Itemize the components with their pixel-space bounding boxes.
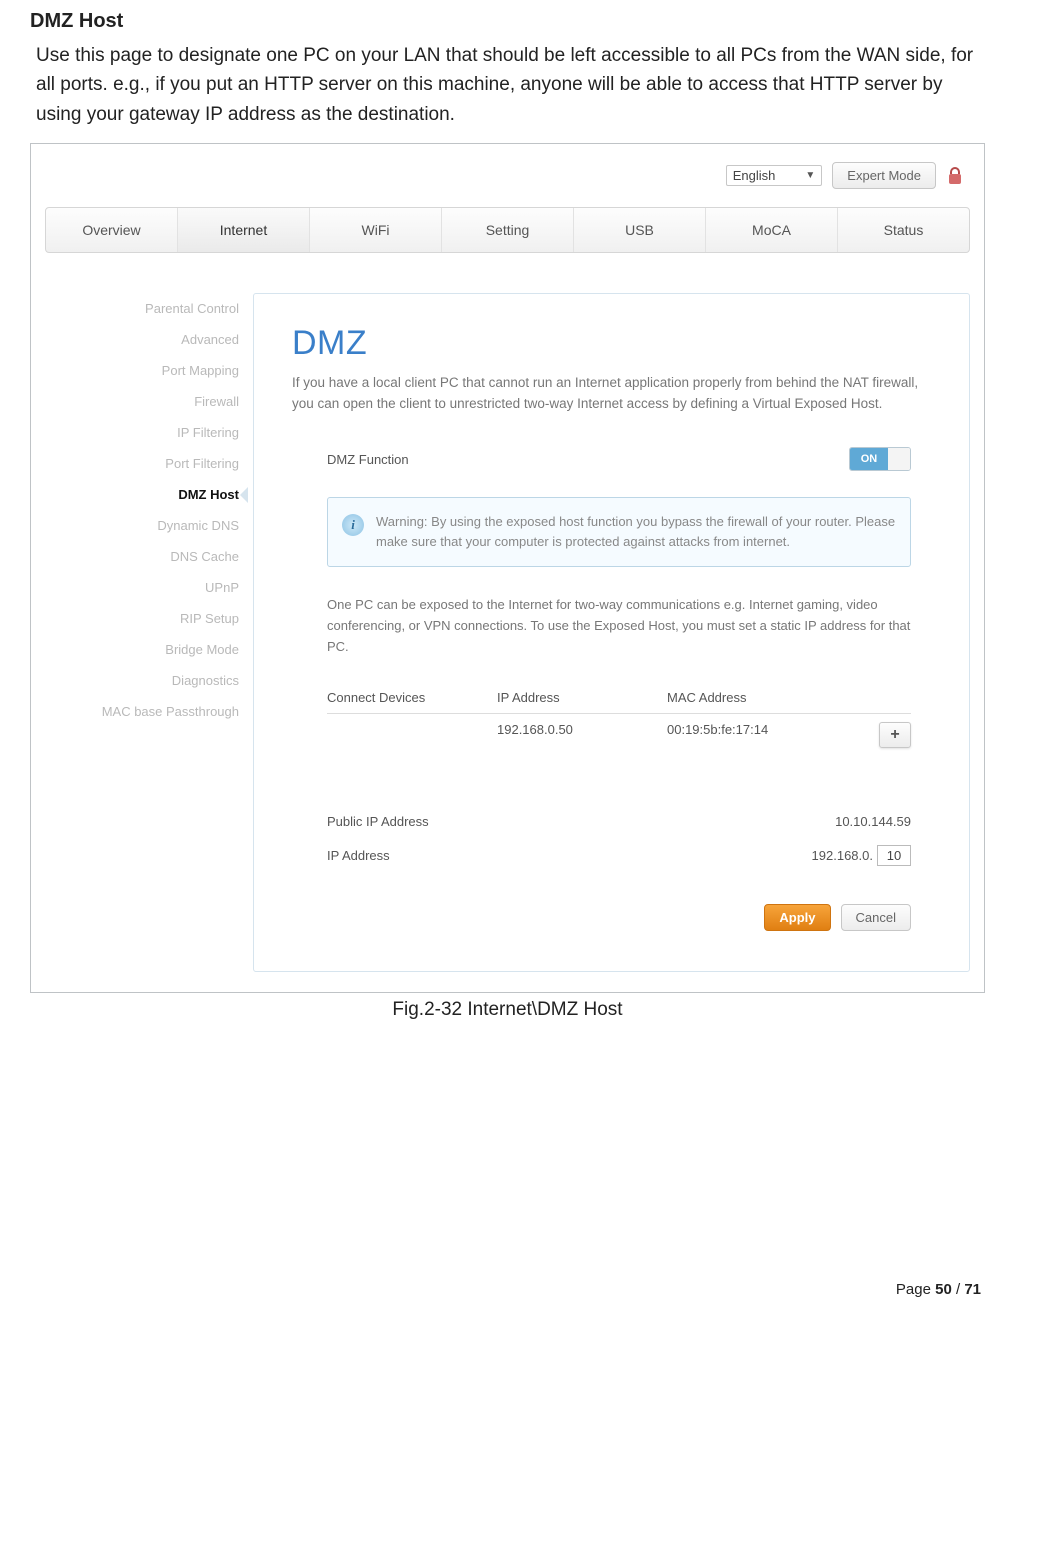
page-total: 71 — [964, 1281, 981, 1298]
tab-usb[interactable]: USB — [574, 208, 706, 252]
sidenav-mac-passthrough[interactable]: MAC base Passthrough — [45, 696, 239, 727]
sidenav-bridge-mode[interactable]: Bridge Mode — [45, 634, 239, 665]
exposed-host-description: One PC can be exposed to the Internet fo… — [327, 595, 911, 657]
td-mac-address: 00:19:5b:fe:17:14 — [667, 722, 871, 748]
figure-caption: Fig.2-32 Internet\DMZ Host — [30, 999, 985, 1021]
sidenav-firewall[interactable]: Firewall — [45, 386, 239, 417]
sidenav-port-mapping[interactable]: Port Mapping — [45, 355, 239, 386]
tab-internet[interactable]: Internet — [178, 208, 310, 252]
tab-status[interactable]: Status — [838, 208, 969, 252]
topbar: English ▼ Expert Mode — [45, 158, 970, 207]
td-connect-devices — [327, 722, 497, 748]
sidenav-parental-control[interactable]: Parental Control — [45, 293, 239, 324]
sidenav-upnp[interactable]: UPnP — [45, 572, 239, 603]
page-label: Page — [896, 1281, 935, 1298]
sidenav-ip-filtering[interactable]: IP Filtering — [45, 417, 239, 448]
sidenav-diagnostics[interactable]: Diagnostics — [45, 665, 239, 696]
td-ip-address: 192.168.0.50 — [497, 722, 667, 748]
th-mac-address: MAC Address — [667, 690, 871, 705]
page-sep: / — [952, 1281, 965, 1298]
page-current: 50 — [935, 1281, 952, 1298]
active-indicator-icon — [240, 487, 248, 503]
router-ui-screenshot: English ▼ Expert Mode Overview Internet … — [30, 143, 985, 993]
sidenav-dmz-host-label: DMZ Host — [178, 487, 239, 502]
panel-intro: If you have a local client PC that canno… — [292, 373, 931, 415]
sidenav-advanced[interactable]: Advanced — [45, 324, 239, 355]
public-ip-label: Public IP Address — [327, 814, 429, 829]
toggle-thumb — [888, 448, 910, 470]
lock-icon[interactable] — [946, 166, 964, 186]
th-connect-devices: Connect Devices — [327, 690, 497, 705]
tab-moca[interactable]: MoCA — [706, 208, 838, 252]
dmz-function-toggle[interactable]: ON — [849, 447, 911, 471]
public-ip-value: 10.10.144.59 — [835, 814, 911, 829]
dmz-panel: DMZ If you have a local client PC that c… — [253, 293, 970, 972]
main-tabs: Overview Internet WiFi Setting USB MoCA … — [45, 207, 970, 253]
ip-address-label: IP Address — [327, 848, 390, 863]
language-value: English — [733, 168, 776, 183]
expert-mode-button[interactable]: Expert Mode — [832, 162, 936, 189]
page-footer: Page 50 / 71 — [30, 1281, 985, 1298]
sidenav-rip-setup[interactable]: RIP Setup — [45, 603, 239, 634]
tab-wifi[interactable]: WiFi — [310, 208, 442, 252]
sidenav-dynamic-dns[interactable]: Dynamic DNS — [45, 510, 239, 541]
panel-title: DMZ — [292, 324, 931, 363]
section-intro: Use this page to designate one PC on you… — [36, 41, 985, 129]
tab-overview[interactable]: Overview — [46, 208, 178, 252]
ip-last-octet-input[interactable]: 10 — [877, 845, 911, 866]
table-header: Connect Devices IP Address MAC Address — [327, 682, 911, 714]
warning-text: Warning: By using the exposed host funct… — [376, 512, 896, 552]
sidenav-port-filtering[interactable]: Port Filtering — [45, 448, 239, 479]
th-ip-address: IP Address — [497, 690, 667, 705]
add-device-button[interactable]: + — [879, 722, 911, 748]
section-title: DMZ Host — [30, 10, 985, 33]
apply-button[interactable]: Apply — [764, 904, 830, 931]
side-navigation: Parental Control Advanced Port Mapping F… — [45, 293, 253, 727]
cancel-button[interactable]: Cancel — [841, 904, 911, 931]
table-row: 192.168.0.50 00:19:5b:fe:17:14 + — [327, 714, 911, 756]
language-select[interactable]: English ▼ — [726, 165, 823, 186]
warning-box: i Warning: By using the exposed host fun… — [327, 497, 911, 567]
ip-prefix: 192.168.0. — [812, 848, 873, 863]
dropdown-icon: ▼ — [805, 170, 815, 181]
info-icon: i — [342, 514, 364, 536]
dmz-function-label: DMZ Function — [327, 452, 409, 467]
tab-setting[interactable]: Setting — [442, 208, 574, 252]
expert-mode-label: Expert Mode — [847, 168, 921, 183]
sidenav-dns-cache[interactable]: DNS Cache — [45, 541, 239, 572]
toggle-on-label: ON — [850, 448, 888, 470]
sidenav-dmz-host[interactable]: DMZ Host — [45, 479, 239, 510]
devices-table: Connect Devices IP Address MAC Address 1… — [327, 682, 911, 756]
